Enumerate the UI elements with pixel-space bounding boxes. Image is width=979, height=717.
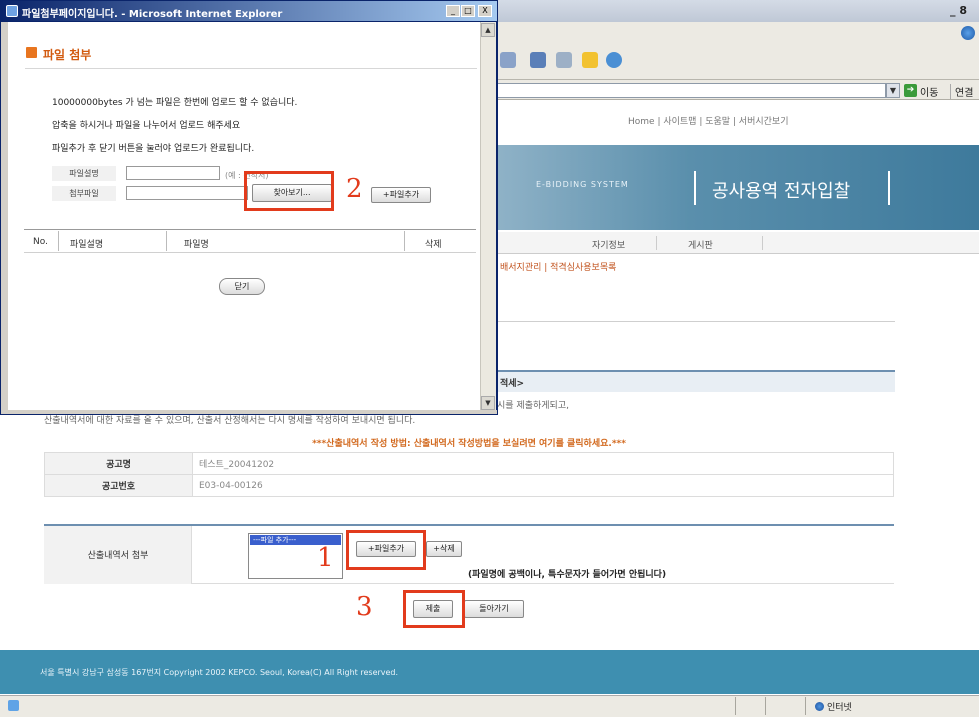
col-file-name: 파일명 <box>184 240 209 250</box>
delete-file-button[interactable]: +삭제 <box>426 541 462 557</box>
bid-number-value: E03-04-00126 <box>192 474 894 497</box>
status-divider <box>765 697 766 715</box>
banner-divider <box>888 171 890 205</box>
file-desc-label: 파일설명 <box>52 166 116 181</box>
table-row: 공고명 테스트_20041202 <box>44 452 894 475</box>
section-header-bar <box>497 370 895 392</box>
internet-zone-label: 인터넷 <box>827 703 852 713</box>
scroll-up-icon[interactable]: ▲ <box>481 23 495 37</box>
sub-nav[interactable]: 배서지관리 | 적격심사용보목록 <box>500 260 616 273</box>
popup-heading: 파일 첨부 <box>43 48 92 62</box>
attach-heading-icon <box>26 47 37 58</box>
content-divider <box>497 321 895 322</box>
popup-body <box>8 22 480 410</box>
links-button[interactable]: 연결 <box>950 84 973 99</box>
scroll-down-icon[interactable]: ▼ <box>481 396 495 410</box>
nav-item-profile[interactable]: 자기정보 <box>592 238 625 251</box>
maximize-icon[interactable]: □ <box>461 5 475 17</box>
col-divider <box>58 231 59 251</box>
highlight-box-add-file <box>346 530 426 570</box>
bid-number-label: 공고번호 <box>44 474 193 497</box>
attach-label: 산출내역서 첨부 <box>87 551 149 561</box>
main-nav <box>497 232 979 254</box>
col-file-desc: 파일설명 <box>70 240 104 250</box>
highlight-box-submit <box>403 590 465 628</box>
popup-add-file-button[interactable]: +파일추가 <box>371 187 431 203</box>
address-input[interactable] <box>496 83 886 98</box>
browser-window-controls[interactable]: _ 8 <box>950 4 967 17</box>
nav-divider <box>656 236 657 250</box>
ie-logo-icon <box>961 26 975 40</box>
popup-frame <box>1 22 8 414</box>
minimize-icon[interactable]: _ <box>446 5 460 17</box>
heading-divider <box>25 68 477 69</box>
bid-name-label: 공고명 <box>44 452 193 475</box>
highlight-box-browse <box>244 171 334 211</box>
popup-scrollbar[interactable] <box>480 22 496 410</box>
status-divider <box>805 697 806 715</box>
page-status-icon <box>8 700 19 711</box>
folder-icon[interactable] <box>582 52 598 68</box>
bid-name-value: 테스트_20041202 <box>192 452 894 475</box>
go-arrow-icon[interactable]: ➔ <box>904 84 917 97</box>
go-button[interactable]: 이동 <box>920 84 938 99</box>
guide-link[interactable]: ***산출내역서 작성 방법: 산출내역서 작성방법을 보실려면 여기를 클릭하… <box>44 436 894 449</box>
top-links[interactable]: Home | 사이트맵 | 도움말 | 서버시간보기 <box>628 114 788 127</box>
close-hint-text: 파일추가 후 닫기 버튼을 눌러야 업로드가 완료됩니다. <box>52 144 255 154</box>
section-header: 적세> <box>500 379 525 389</box>
size-limit-text: 10000000bytes 가 넘는 파일은 한번에 업로드 할 수 없습니다. <box>52 98 298 108</box>
col-delete: 삭제 <box>425 240 442 250</box>
step-marker-3: 3 <box>356 592 373 622</box>
table-row: 공고번호 E03-04-00126 <box>44 474 894 497</box>
step-marker-2: 2 <box>346 174 363 204</box>
back-button[interactable]: 돌아가기 <box>464 600 524 618</box>
nav-item-board[interactable]: 게시판 <box>688 238 713 251</box>
file-desc-input[interactable] <box>126 166 220 180</box>
print-icon[interactable] <box>556 52 572 68</box>
close-button[interactable]: 닫기 <box>219 278 265 295</box>
col-divider <box>404 231 405 251</box>
bid-info-table: 공고명 테스트_20041202 공고번호 E03-04-00126 <box>44 452 894 497</box>
mail-icon[interactable] <box>530 52 546 68</box>
banner-divider <box>694 171 696 205</box>
internet-zone-icon <box>815 702 824 711</box>
file-table-bottom <box>24 252 476 253</box>
filename-warning: (파일명에 공백이나, 특수문자가 들어가면 안됩니다) <box>468 570 667 580</box>
footer-copyright: 서울 특별시 강남구 삼성동 167번지 Copyright 2002 KEPC… <box>40 668 399 677</box>
ie-app-icon <box>6 5 18 17</box>
history-icon[interactable] <box>500 52 516 68</box>
attach-file-label: 첨부파일 <box>52 186 116 201</box>
col-no: No. <box>33 237 48 247</box>
step-marker-1: 1 <box>317 543 334 573</box>
compress-hint-text: 압축을 하시거나 파일을 나누어서 업로드 해주세요 <box>52 121 241 131</box>
popup-frame <box>1 410 497 414</box>
col-divider <box>166 231 167 251</box>
file-path-input[interactable] <box>126 186 248 200</box>
notice-line: 시를 제출하게되고, <box>497 401 569 411</box>
close-icon[interactable]: X <box>478 5 492 17</box>
file-table-top <box>24 229 476 230</box>
address-dropdown-icon[interactable]: ▼ <box>886 83 900 98</box>
status-divider <box>735 697 736 715</box>
nav-divider <box>762 236 763 250</box>
messenger-icon[interactable] <box>606 52 622 68</box>
popup-title: 파일첨부페이지입니다. - Microsoft Internet Explore… <box>22 9 283 20</box>
banner-subtitle: E-BIDDING SYSTEM <box>536 180 629 189</box>
banner-title: 공사용역 전자입찰 <box>712 181 851 202</box>
